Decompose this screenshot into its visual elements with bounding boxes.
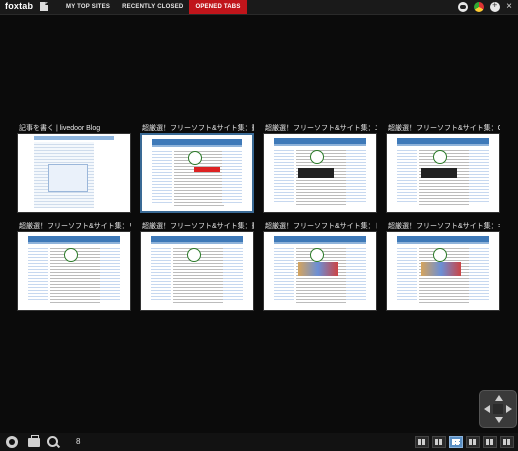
thumbnail-title: 超厳選！フリーソフト&サイト集：CPUやH xyxy=(388,125,500,132)
thumbnail-title: 超厳選！フリーソフト&サイト集：ドラッグ＆ xyxy=(265,223,377,230)
layout-strip-icon[interactable] xyxy=(432,436,446,448)
thumbnail-preview[interactable] xyxy=(140,231,254,311)
layout-list-icon[interactable] xyxy=(415,436,429,448)
page-icon[interactable] xyxy=(40,2,48,11)
arrow-down-icon[interactable] xyxy=(495,417,503,423)
thumbnail-preview[interactable] xyxy=(17,231,131,311)
thumbnail-preview[interactable] xyxy=(386,133,500,213)
tab-thumbnail[interactable]: 超厳選！フリーソフト&サイト集：動画ウィ xyxy=(140,221,254,311)
thumbnail-preview[interactable] xyxy=(140,133,254,213)
layout-3d-icon[interactable] xyxy=(483,436,497,448)
briefcase-icon[interactable] xyxy=(28,435,40,447)
close-icon[interactable]: × xyxy=(506,2,512,12)
tab-recently-closed[interactable]: RECENTLY CLOSED xyxy=(116,0,189,14)
tab-opened-tabs[interactable]: OPENED TABS xyxy=(189,0,247,14)
visibility-icon[interactable] xyxy=(458,2,469,12)
thumbnail-preview[interactable] xyxy=(263,231,377,311)
layout-stack-icon[interactable] xyxy=(500,436,514,448)
arrow-right-icon[interactable] xyxy=(506,405,512,413)
thumbnail-title: 超厳選！フリーソフト&サイト集：リンク3対 xyxy=(19,223,131,230)
navigation-pad[interactable] xyxy=(479,390,517,428)
arrow-up-icon[interactable] xyxy=(495,395,503,401)
tab-thumbnail[interactable]: 記事を書く | livedoor Blog xyxy=(17,123,131,213)
thumbnail-title: 超厳選！フリーソフト&サイト集：キャッシ xyxy=(388,223,500,230)
tab-thumbnail[interactable]: 超厳選！フリーソフト&サイト集：動画ウィ xyxy=(140,123,254,213)
arrow-left-icon[interactable] xyxy=(484,405,490,413)
tab-bar: MY TOP SITES RECENTLY CLOSED OPENED TABS xyxy=(60,0,247,14)
layout-switcher xyxy=(415,436,514,448)
tab-thumbnail[interactable]: 超厳選！フリーソフト&サイト集：ドラッグ＆ xyxy=(263,221,377,311)
tab-thumbnail[interactable]: 超厳選！フリーソフト&サイト集：ニコニコ動 xyxy=(263,123,377,213)
thumbnail-preview[interactable] xyxy=(17,133,131,213)
thumbnail-preview[interactable] xyxy=(386,231,500,311)
tab-thumbnail[interactable]: 超厳選！フリーソフト&サイト集：キャッシ xyxy=(386,221,500,311)
thumbnail-title: 記事を書く | livedoor Blog xyxy=(19,125,101,132)
bottom-bar: 8 xyxy=(0,433,518,451)
thumbnail-title: 超厳選！フリーソフト&サイト集：ニコニコ動 xyxy=(265,125,377,132)
layout-grid-icon[interactable] xyxy=(449,436,463,448)
thumbnail-preview[interactable] xyxy=(263,133,377,213)
tab-count: 8 xyxy=(76,437,81,446)
tab-thumbnail[interactable]: 超厳選！フリーソフト&サイト集：リンク3対 xyxy=(17,221,131,311)
top-right-controls: × xyxy=(458,0,512,12)
thumbnail-title: 超厳選！フリーソフト&サイト集：動画ウィ xyxy=(142,223,254,230)
tab-thumbnail[interactable]: 超厳選！フリーソフト&サイト集：CPUやH xyxy=(386,123,500,213)
tab-my-top-sites[interactable]: MY TOP SITES xyxy=(60,0,116,14)
top-bar: foxtab MY TOP SITES RECENTLY CLOSED OPEN… xyxy=(0,0,518,15)
app-logo: foxtab xyxy=(5,1,34,11)
thumbnail-title: 超厳選！フリーソフト&サイト集：動画ウィ xyxy=(142,125,254,132)
nav-center-button[interactable] xyxy=(493,404,503,414)
settings-gear-icon[interactable] xyxy=(6,436,18,448)
chrome-icon[interactable] xyxy=(474,2,485,12)
layout-dense-grid-icon[interactable] xyxy=(466,436,480,448)
add-icon[interactable] xyxy=(490,0,501,12)
search-icon[interactable] xyxy=(47,436,59,448)
